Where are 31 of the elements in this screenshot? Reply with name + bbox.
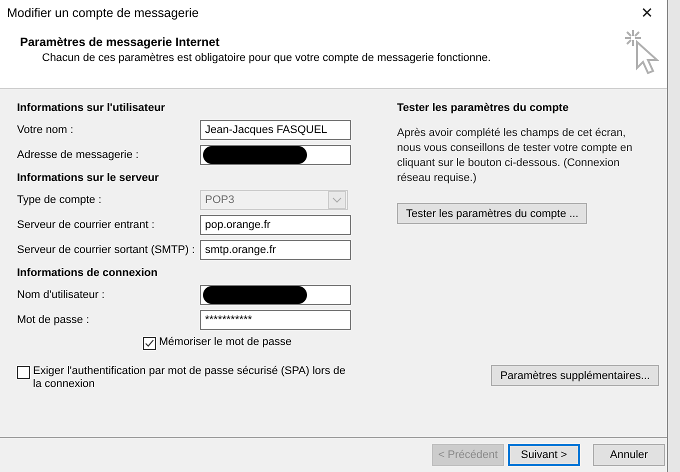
field-label: Serveur de courrier sortant (SMTP) :: [17, 243, 196, 258]
checkbox[interactable]: [143, 337, 156, 350]
input-field[interactable]: pop.orange.fr: [200, 215, 351, 235]
input-field[interactable]: smtp.orange.fr: [200, 240, 351, 260]
input-field[interactable]: [200, 145, 351, 165]
chevron-icon: [328, 191, 346, 209]
section-heading: Informations de connexion: [17, 266, 159, 281]
field-label: Serveur de courrier entrant :: [17, 218, 156, 233]
field-label: Type de compte :: [17, 193, 102, 208]
section-heading: Informations sur l'utilisateur: [17, 101, 166, 116]
dialog-button[interactable]: Suivant >: [508, 444, 580, 466]
dialog-button[interactable]: Annuler: [593, 444, 665, 466]
close-button[interactable]: ✕: [627, 0, 667, 26]
field-label: Votre nom :: [17, 123, 74, 138]
checkbox[interactable]: [17, 366, 30, 379]
more-settings-button[interactable]: Paramètres supplémentaires...: [491, 365, 659, 386]
field-label: Nom d'utilisateur :: [17, 288, 106, 303]
checkbox-label: Mémoriser le mot de passe: [159, 336, 292, 348]
section-heading: Tester les paramètres du compte: [397, 101, 570, 116]
field-label: Adresse de messagerie :: [17, 148, 140, 163]
field-label: Mot de passe :: [17, 313, 90, 328]
input-field[interactable]: ***********: [200, 310, 351, 330]
window-title: Modifier un compte de messagerie: [7, 6, 199, 20]
section-heading: Informations sur le serveur: [17, 171, 160, 186]
checkbox-label: Exiger l'authentification par mot de passe sécurisé (SPA) lors de la connexion: [33, 365, 346, 391]
description-text: Après avoir complété les champs de cet écran, nous vous conseillons de tester votre compte en cliquant sur le bouton ci-dessous. (Connexion réseau requise.): [397, 126, 634, 186]
header-subtitle: Chacun de ces paramètres est obligatoire pour que votre compte de messagerie fonctionne.: [41, 52, 491, 64]
test-settings-button[interactable]: Tester les paramètres du compte ...: [397, 203, 588, 224]
header-title: Paramètres de messagerie Internet: [20, 35, 220, 49]
input-field[interactable]: [200, 285, 351, 305]
input-field[interactable]: Jean-Jacques FASQUEL: [200, 120, 351, 140]
